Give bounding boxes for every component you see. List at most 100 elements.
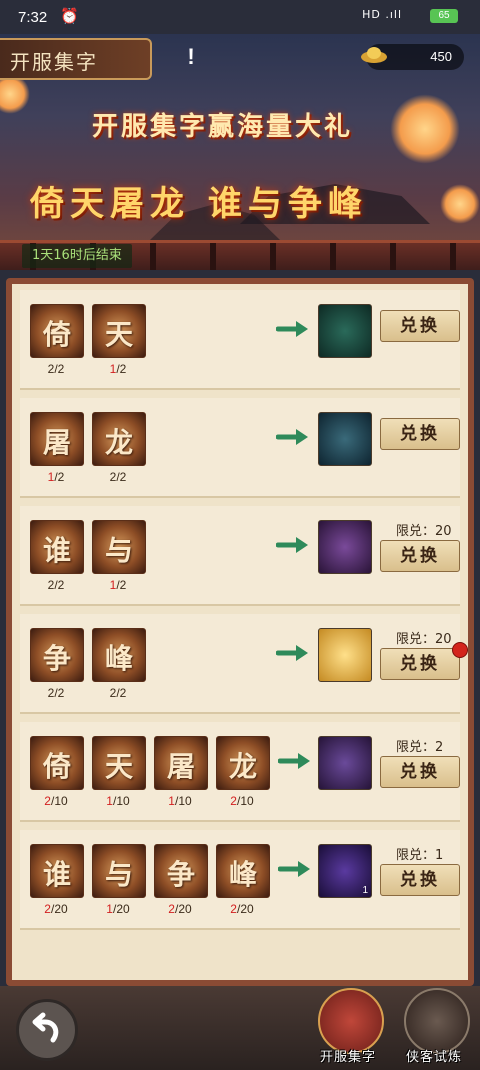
exchange-button[interactable]: 兑换 (380, 310, 460, 342)
character-glyph: 谁 (42, 534, 71, 567)
character-count: 2/10 (216, 794, 268, 808)
character-glyph: 天 (104, 750, 133, 783)
arrow-right-icon (276, 645, 308, 661)
character-tile[interactable]: 天 (92, 736, 146, 790)
count-need: 20 (178, 902, 192, 916)
lantern-glow (390, 94, 460, 164)
exchange-row: 谁 2/2 与 1/2 限兑：20 兑换 (20, 506, 460, 606)
help-button[interactable]: ! (176, 42, 206, 72)
count-need: 2 (57, 362, 65, 376)
purple-orb-icon[interactable] (318, 520, 372, 574)
character-count: 2/2 (30, 362, 82, 376)
status-time: 7:32 (18, 9, 48, 26)
gold-ingot-icon[interactable] (318, 736, 372, 790)
character-count: 1/10 (154, 794, 206, 808)
character-glyph: 峰 (104, 642, 133, 675)
character-tile[interactable]: 争 (154, 844, 208, 898)
character-glyph: 屠 (166, 750, 195, 783)
banner-slogan-1: 开服集字赢海量大礼 (92, 112, 354, 142)
copper-coin-icon[interactable] (318, 304, 372, 358)
count-need: 20 (54, 902, 68, 916)
skill-book-icon[interactable] (318, 412, 372, 466)
count-need: 10 (116, 794, 130, 808)
character-count: 1/2 (30, 470, 82, 484)
character-tile[interactable]: 天 (92, 304, 146, 358)
character-count: 1/2 (92, 362, 144, 376)
character-tile[interactable]: 争 (30, 628, 84, 682)
countdown-timer: 1天16时后结束 (22, 244, 132, 268)
count-need: 2 (119, 362, 127, 376)
notification-dot (452, 642, 468, 658)
count-have: 2 (44, 794, 51, 808)
character-tile[interactable]: 倚 (30, 304, 84, 358)
tab-server-collect-label: 开服集字 (319, 1050, 376, 1065)
count-have: 1 (168, 794, 175, 808)
character-count: 2/10 (30, 794, 82, 808)
exchange-limit: 限兑：1 (396, 848, 444, 863)
exchange-button[interactable]: 兑换 (380, 756, 460, 788)
character-glyph: 与 (104, 858, 133, 891)
status-bar: 7:32 ⏰ HD .ıll 65 (0, 0, 480, 34)
character-glyph: 倚 (42, 750, 71, 783)
exchange-panel: 倚 2/2 天 1/2 兑换屠 1/2 龙 2/2 兑换谁 2/2 与 1/2 限兑：20 兑换争 2/2 峰… (6, 278, 474, 986)
character-tile[interactable]: 倚 (30, 736, 84, 790)
exchange-limit: 限兑：20 (396, 632, 452, 647)
count-need: 10 (240, 794, 254, 808)
exchange-limit: 限兑：2 (396, 740, 444, 755)
exchange-row: 争 2/2 峰 2/2 限兑：20 兑换 (20, 614, 468, 714)
character-tile[interactable]: 峰 (216, 844, 270, 898)
character-glyph: 龙 (104, 426, 133, 459)
character-glyph: 与 (104, 534, 133, 567)
character-tile[interactable]: 谁 (30, 520, 84, 574)
character-glyph: 争 (166, 858, 195, 891)
bottom-bar: 开服集字 侠客试炼 (0, 986, 480, 1070)
character-count: 2/20 (154, 902, 206, 916)
exchange-button[interactable]: 兑换 (380, 540, 460, 572)
tab-hero-trial[interactable]: 侠客试炼 (398, 986, 470, 1068)
character-glyph: 龙 (228, 750, 257, 783)
count-need: 2 (119, 578, 127, 592)
count-need: 20 (116, 902, 130, 916)
golden-scroll-icon[interactable] (318, 628, 372, 682)
tab-hero-trial-label: 侠客试炼 (405, 1050, 462, 1065)
exchange-button[interactable]: 兑换 (380, 648, 460, 680)
character-count: 2/2 (30, 578, 82, 592)
character-tile[interactable]: 谁 (30, 844, 84, 898)
currency-display: 450 (361, 44, 464, 70)
page-title: 开服集字 (10, 50, 98, 74)
tab-server-collect[interactable]: 开服集字 (312, 986, 384, 1068)
character-tile[interactable]: 峰 (92, 628, 146, 682)
exchange-button[interactable]: 兑换 (380, 418, 460, 450)
character-count: 2/20 (216, 902, 268, 916)
character-count: 1/20 (92, 902, 144, 916)
gift-icon (318, 988, 384, 1054)
character-count: 2/20 (30, 902, 82, 916)
exchange-row: 倚 2/10 天 1/10 屠 1/10 龙 2/10 限兑：2 兑换 (20, 722, 460, 822)
character-tile[interactable]: 与 (92, 844, 146, 898)
character-tile[interactable]: 与 (92, 520, 146, 574)
exchange-row: 谁 2/20 与 1/20 争 2/20 峰 2/20 1 限兑：1 兑换 (20, 830, 460, 930)
character-tile[interactable]: 屠 (30, 412, 84, 466)
exchange-button[interactable]: 兑换 (380, 864, 460, 896)
exchange-list[interactable]: 倚 2/2 天 1/2 兑换屠 1/2 龙 2/2 兑换谁 2/2 与 1/2 限兑：20 兑换争 2/2 峰… (12, 284, 468, 980)
exchange-row: 屠 1/2 龙 2/2 兑换 (20, 398, 460, 498)
lantern-glow (440, 184, 480, 224)
arrow-right-icon (276, 537, 308, 553)
character-tile[interactable]: 龙 (216, 736, 270, 790)
battery-icon: 65 (430, 9, 458, 23)
character-count: 1/10 (92, 794, 144, 808)
character-glyph: 争 (42, 642, 71, 675)
count-need: 2 (119, 686, 127, 700)
character-glyph: 屠 (42, 426, 71, 459)
count-need: 20 (240, 902, 254, 916)
network-icon: HD .ıll (362, 8, 402, 21)
count-need: 2 (57, 470, 65, 484)
reward-quantity: 1 (362, 885, 368, 896)
character-tile[interactable]: 龙 (92, 412, 146, 466)
character-tile[interactable]: 屠 (154, 736, 208, 790)
alarm-icon: ⏰ (60, 7, 79, 25)
back-button[interactable] (16, 999, 78, 1061)
purple-token-icon[interactable]: 1 (318, 844, 372, 898)
count-have: 1 (106, 794, 113, 808)
count-need: 10 (54, 794, 68, 808)
